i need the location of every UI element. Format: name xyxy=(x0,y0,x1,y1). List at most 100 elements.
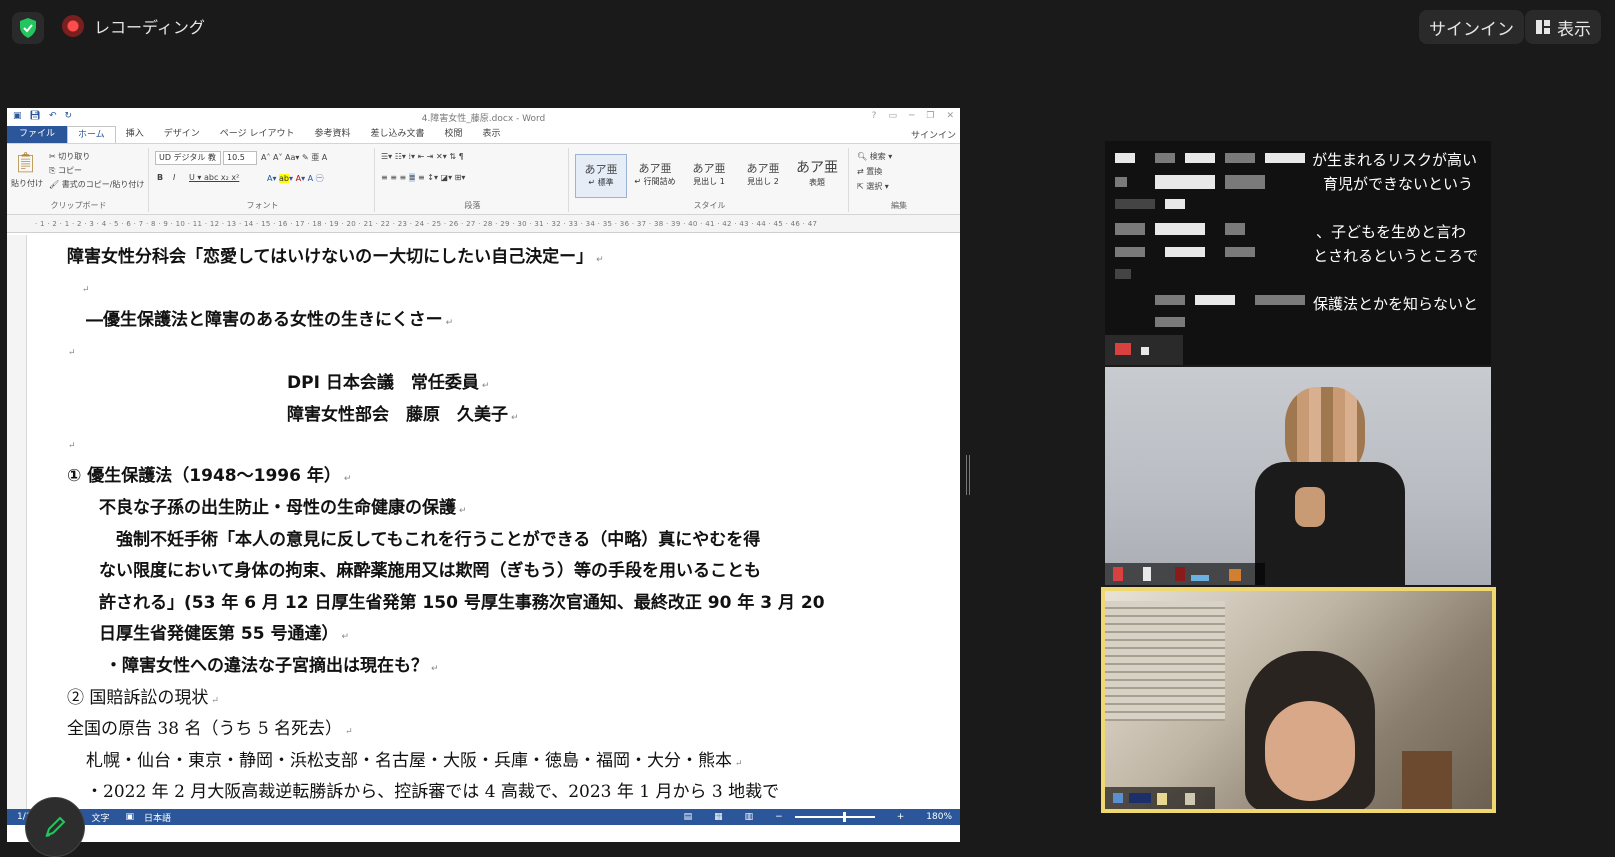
pixelated-text xyxy=(1255,295,1305,305)
security-shield-icon[interactable] xyxy=(12,12,44,44)
section-1-line: ない限度において身体の拘束、麻酔薬施用又は欺罔（ぎもう）等の手段を用いることも xyxy=(99,561,761,581)
document-area[interactable]: 障害女性分科会「恋愛してはいけないのー大切にしたい自己決定ー」 ↵ ↵ ―優生保護… xyxy=(7,235,960,825)
window-blinds xyxy=(1105,601,1225,721)
caption-participant-tile[interactable]: が生まれるリスクが高い 育児ができないという 、子どもを生めと言わ とされるとい… xyxy=(1105,141,1491,365)
participant-name-tag xyxy=(1105,787,1215,809)
mic-status-icon xyxy=(1115,343,1131,355)
section-1-heading: ① 優生保護法（1948～1996 年） ↵ xyxy=(67,466,352,486)
font-label: フォント xyxy=(246,201,279,210)
paragraph-mark: ↵ xyxy=(68,348,76,358)
participant-hand xyxy=(1295,487,1325,527)
web-layout-icon[interactable]: ▥ xyxy=(745,812,754,822)
tab-review[interactable]: 校閲 xyxy=(435,126,473,143)
style-heading-1[interactable]: あア亜 見出し 1 xyxy=(683,154,735,198)
section-2-heading: ② 国賠訴訟の現状 ↵ xyxy=(67,688,219,708)
section-1-line: 強制不妊手術「本人の意見に反してもこれを行うことができる（中略）真にやむを得 xyxy=(99,530,761,550)
view-button[interactable]: 表示 xyxy=(1525,10,1601,44)
doc-subtitle-line: ―優生保護法と障害のある女性の生きにくさー ↵ xyxy=(86,310,454,330)
section-1-line: 不良な子孫の出生防止・母性の生命健康の保護 ↵ xyxy=(99,498,467,518)
caption-line: 育児ができないという xyxy=(1323,175,1474,193)
pixelated-text xyxy=(1155,223,1205,235)
pixelated-text xyxy=(1155,153,1175,163)
doc-title-line: 障害女性分科会「恋愛してはいけないのー大切にしたい自己決定ー」 ↵ xyxy=(67,247,604,267)
underline-button[interactable]: U ▾ abc x₂ x² xyxy=(189,173,239,182)
language-status[interactable]: 日本語 xyxy=(144,811,171,824)
select-button[interactable]: ⇱ 選択 ▾ xyxy=(857,181,889,192)
tab-references[interactable]: 参考資料 xyxy=(304,126,360,143)
bold-button[interactable]: B xyxy=(157,173,163,182)
tab-design[interactable]: デザイン xyxy=(154,126,210,143)
replace-button[interactable]: ⇄ 置換 xyxy=(857,166,882,177)
active-speaker-video-tile[interactable] xyxy=(1101,587,1496,813)
view-label: 表示 xyxy=(1557,19,1591,40)
minimize-icon[interactable]: ─ xyxy=(909,111,914,121)
align-buttons[interactable]: ≡ ≡ ≡ ≣ ≡ ↕▾ ◪▾ ⊞▾ xyxy=(381,173,465,182)
pixelated-text xyxy=(1115,269,1131,279)
participant-video-tile[interactable] xyxy=(1105,367,1491,585)
tab-insert[interactable]: 挿入 xyxy=(116,126,154,143)
view-layout-icon xyxy=(1536,20,1550,34)
participant-name-tag xyxy=(1105,335,1183,365)
pixelated-name xyxy=(1191,575,1209,581)
word-title-bar: ▣ 💾︎ ↶ ↻ 4.障害女性_藤原.docx - Word ? ▭ ─ ❐ ✕ xyxy=(7,108,960,126)
zoom-out-button[interactable]: − xyxy=(775,812,783,822)
document-page[interactable]: 障害女性分科会「恋愛してはいけないのー大切にしたい自己決定ー」 ↵ ↵ ―優生保護… xyxy=(59,235,939,825)
recording-indicator[interactable]: レコーディング xyxy=(62,13,205,39)
tab-view[interactable]: 表示 xyxy=(473,126,511,143)
mic-status-icon xyxy=(1113,793,1123,803)
word-count[interactable]: 文字 xyxy=(91,811,109,824)
word-signin-link[interactable]: サインイン xyxy=(911,128,956,141)
tab-mailings[interactable]: 差し込み文書 xyxy=(360,126,434,143)
pixelated-text xyxy=(1155,175,1215,189)
annotate-pen-button[interactable] xyxy=(25,797,85,857)
editing-group: 🔍︎ 検索 ▾ ⇄ 置換 ⇱ 選択 ▾ 編集 xyxy=(851,148,947,212)
section-1-bullet: ・障害女性への違法な子宮摘出は現在も？ ↵ xyxy=(105,656,439,676)
proofing-icon[interactable]: ▣ xyxy=(126,812,135,822)
signin-button[interactable]: サインイン xyxy=(1419,10,1524,44)
panel-splitter-handle[interactable] xyxy=(966,455,970,495)
caption-line: 保護法とかを知らないと xyxy=(1313,295,1479,313)
maximize-icon[interactable]: ❐ xyxy=(926,111,934,121)
horizontal-ruler[interactable]: · 1 · 2 · 1 · 2 · 3 · 4 · 5 · 6 · 7 · 8 … xyxy=(7,215,960,233)
pixelated-text xyxy=(1195,295,1235,305)
section-1-line: 許される」(53 年 6 月 12 日厚生省発第 150 号厚生事務次官通知、最… xyxy=(99,593,825,613)
zoom-level[interactable]: 180% xyxy=(926,812,952,822)
paste-icon[interactable]: 📋︎ xyxy=(13,150,38,174)
style-no-spacing[interactable]: あア亜 ↵ 行間詰め xyxy=(629,154,681,198)
read-mode-icon[interactable]: ▤ xyxy=(684,812,693,822)
font-name-select[interactable]: UD デジタル 教 xyxy=(155,151,221,165)
format-painter-button[interactable]: 🖌︎ 書式のコピー/貼り付け xyxy=(49,179,144,190)
style-title[interactable]: あア亜 表題 xyxy=(791,154,843,198)
caption-line: 、子どもを生めと言わ xyxy=(1316,223,1467,241)
meeting-top-bar: レコーディング サインイン 表示 xyxy=(0,0,1615,52)
font-size-buttons[interactable]: A˄ A˅ Aa▾ ✎ 亜 A xyxy=(261,152,327,163)
zoom-slider[interactable] xyxy=(794,812,875,822)
styles-label: スタイル xyxy=(693,201,726,210)
print-layout-icon[interactable]: ▦ xyxy=(714,812,723,822)
pixelated-name xyxy=(1175,567,1185,581)
mic-status-icon xyxy=(1113,567,1123,581)
author-name-line: 障害女性部会 藤原 久美子 ↵ xyxy=(287,405,519,425)
tab-home[interactable]: ホーム xyxy=(67,126,116,143)
pixelated-text xyxy=(1115,223,1145,235)
paragraph-label: 段落 xyxy=(464,201,481,210)
tab-file[interactable]: ファイル xyxy=(7,126,68,143)
italic-button[interactable]: I xyxy=(173,173,175,182)
copy-button[interactable]: ⎘ コピー xyxy=(49,165,82,176)
zoom-in-button[interactable]: + xyxy=(897,812,905,822)
tab-page-layout[interactable]: ページ レイアウト xyxy=(210,126,305,143)
font-size-select[interactable]: 10.5 xyxy=(223,151,257,165)
find-button[interactable]: 🔍︎ 検索 ▾ xyxy=(857,151,892,162)
style-heading-2[interactable]: あア亜 見出し 2 xyxy=(737,154,789,198)
pixelated-text xyxy=(1165,199,1185,209)
style-normal[interactable]: あア亜 ↵ 標準 xyxy=(575,154,627,198)
list-buttons[interactable]: ☰▾ ☷▾ ⁞▾ ⇤ ⇥ ✕▾ ⇅ ¶ xyxy=(381,152,464,161)
help-icon[interactable]: ? xyxy=(872,111,877,121)
paste-button[interactable]: 貼り付け xyxy=(11,178,43,189)
text-effects-button[interactable]: A▾ ab▾ A▾ A ㊀ xyxy=(267,173,324,184)
close-icon[interactable]: ✕ xyxy=(946,111,954,121)
ribbon-display-icon[interactable]: ▭ xyxy=(888,111,897,121)
cut-button[interactable]: ✂ 切り取り xyxy=(49,151,90,162)
recording-label: レコーディング xyxy=(94,18,205,37)
pixelated-text xyxy=(1155,295,1185,305)
